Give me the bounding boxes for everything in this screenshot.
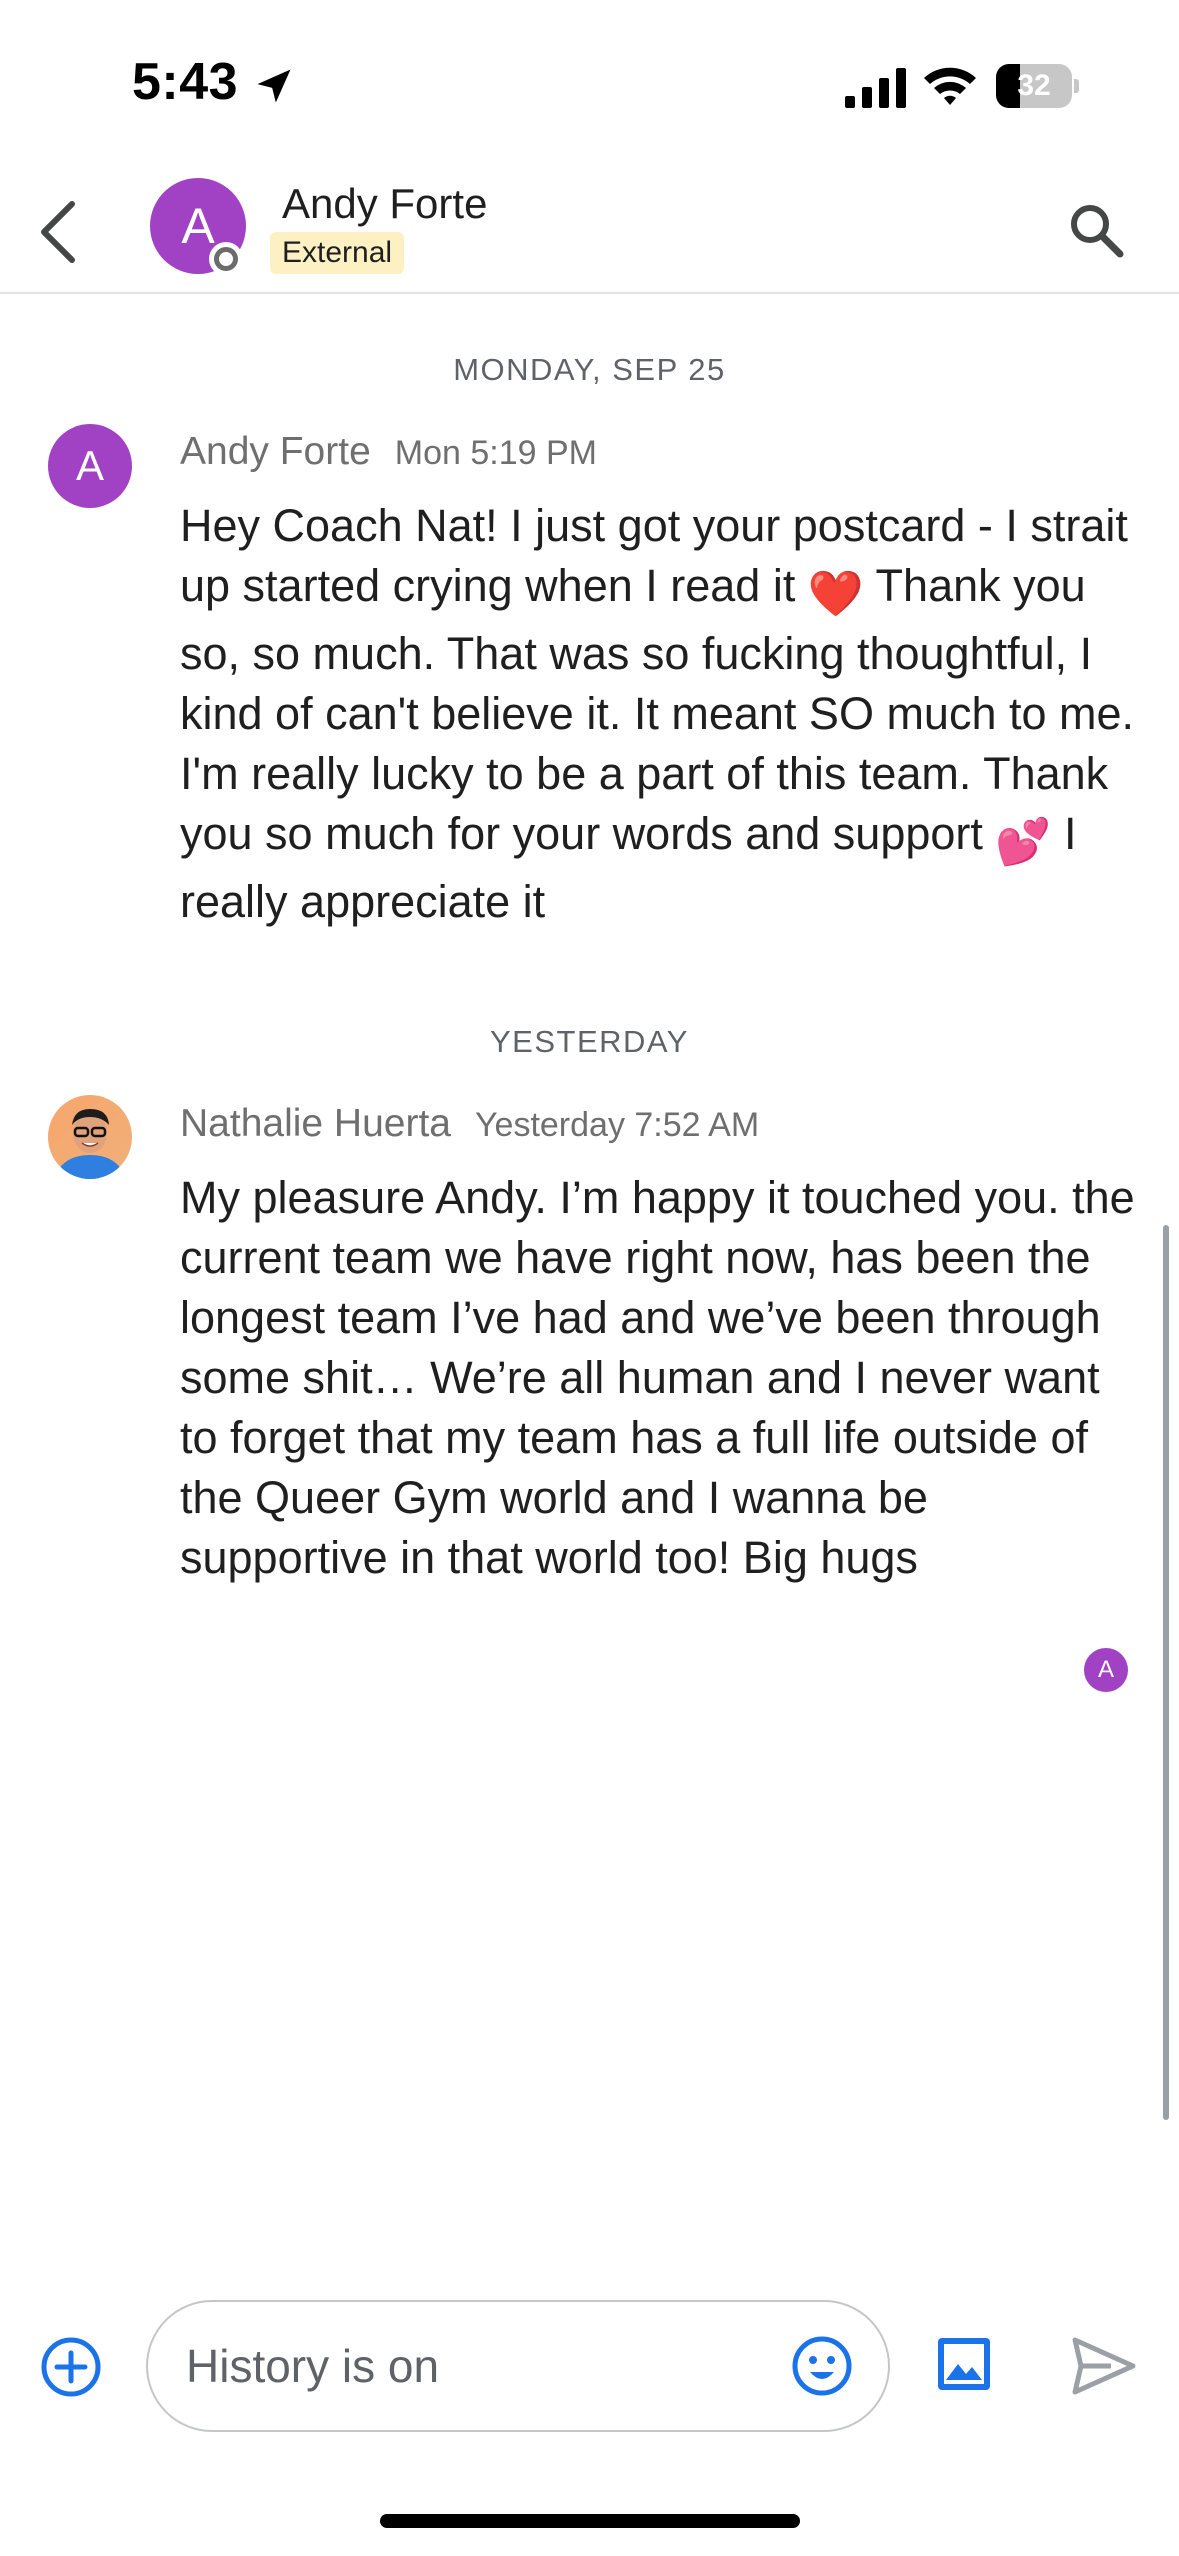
sender-avatar[interactable]: A bbox=[48, 424, 132, 508]
message-time: Mon 5:19 PM bbox=[394, 434, 597, 472]
heart-emoji-icon: ❤️ bbox=[807, 568, 864, 619]
person-photo-icon bbox=[48, 1095, 132, 1179]
message-header: Nathalie Huerta Yesterday 7:52 AM bbox=[180, 1102, 759, 1146]
message-text: Hey Coach Nat! I just got your postcard … bbox=[180, 496, 1140, 932]
avatar-letter: A bbox=[75, 442, 104, 489]
scrollbar[interactable] bbox=[1163, 1225, 1169, 2120]
search-button[interactable] bbox=[1056, 190, 1136, 270]
add-circle-icon bbox=[41, 2337, 101, 2397]
contact-avatar[interactable]: A bbox=[150, 178, 246, 276]
read-receipt-avatar: A bbox=[1084, 1648, 1128, 1692]
battery-body: 32 bbox=[996, 64, 1072, 108]
search-icon bbox=[1071, 205, 1124, 258]
emoji-button[interactable] bbox=[784, 2328, 860, 2404]
location-arrow-icon bbox=[257, 69, 291, 103]
sender-avatar-photo[interactable] bbox=[48, 1095, 132, 1179]
cellular-signal-icon bbox=[845, 68, 906, 108]
composer bbox=[0, 2280, 1179, 2450]
emoji-icon bbox=[792, 2336, 852, 2396]
back-arrow-icon bbox=[41, 201, 75, 263]
battery-level: 32 bbox=[1017, 69, 1051, 102]
add-attachment-button[interactable] bbox=[36, 2332, 106, 2402]
presence-icon bbox=[209, 242, 243, 276]
insert-image-button[interactable] bbox=[926, 2326, 1002, 2402]
status-bar: 5:43 32 bbox=[0, 0, 1179, 170]
back-button[interactable] bbox=[18, 192, 98, 272]
sender-name: Andy Forte bbox=[180, 430, 371, 473]
home-indicator[interactable] bbox=[380, 2514, 800, 2528]
message-time: Yesterday 7:52 AM bbox=[474, 1106, 760, 1144]
send-button[interactable] bbox=[1064, 2326, 1144, 2406]
battery-indicator: 32 bbox=[996, 64, 1080, 108]
battery-cap bbox=[1074, 79, 1079, 93]
wifi-icon bbox=[924, 67, 976, 105]
send-icon bbox=[1072, 2337, 1136, 2395]
message-text: My pleasure Andy. I’m happy it touched y… bbox=[180, 1172, 1135, 1583]
avatar-letter: A bbox=[181, 198, 215, 254]
message-input[interactable] bbox=[146, 2300, 890, 2432]
date-divider: MONDAY, SEP 25 bbox=[453, 352, 726, 387]
external-badge: External bbox=[270, 232, 405, 274]
sender-name: Nathalie Huerta bbox=[180, 1102, 451, 1145]
status-time: 5:43 bbox=[132, 53, 239, 111]
chat-header: A Andy Forte External bbox=[0, 170, 1179, 294]
contact-name[interactable]: Andy Forte bbox=[282, 180, 487, 228]
date-divider: YESTERDAY bbox=[490, 1024, 689, 1059]
image-icon bbox=[938, 2338, 990, 2390]
message-header: Andy Forte Mon 5:19 PM bbox=[180, 430, 597, 474]
two-hearts-emoji-icon: 💕 bbox=[995, 816, 1052, 867]
